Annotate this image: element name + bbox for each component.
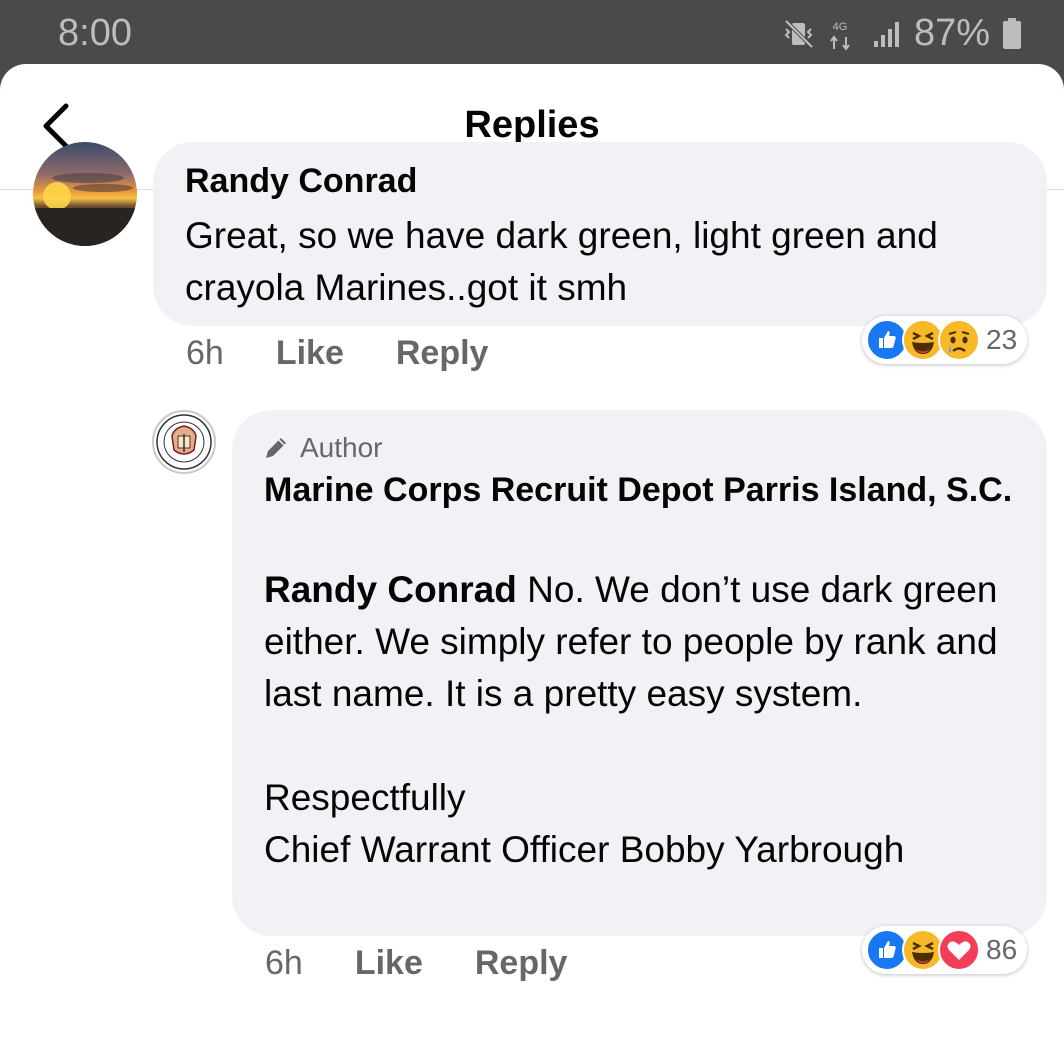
like-button[interactable]: Like [276,334,344,373]
comment-signature: Chief Warrant Officer Bobby Yarbrough [264,829,905,870]
battery-percent: 87% [913,12,990,54]
comment-bubble[interactable]: Author Marine Corps Recruit Depot Parris… [232,410,1047,936]
comment-text: Randy Conrad No. We don’t use dark green… [264,564,1034,876]
vibrate-icon [782,17,816,51]
mention-link[interactable]: Randy Conrad [264,569,517,610]
comment-time[interactable]: 6h [186,334,224,373]
comment-actions: 6h Like Reply [186,334,488,373]
reaction-count: 86 [986,934,1018,965]
comment-time[interactable]: 6h [265,944,303,983]
like-button[interactable]: Like [355,944,423,983]
author-badge-label: Author [300,432,383,463]
comment-author[interactable]: Marine Corps Recruit Depot Parris Island… [264,468,1024,512]
comment-signoff: Respectfully [264,777,466,818]
reaction-summary[interactable]: 86 [862,926,1028,974]
signal-icon [870,17,904,51]
reply-button[interactable]: Reply [396,334,489,373]
avatar[interactable] [152,410,216,474]
status-icons: 4G 87% [782,12,1024,55]
pencil-icon [266,438,286,458]
comment-text: Great, so we have dark green, light gree… [185,215,938,308]
sad-reaction-icon [938,319,980,361]
comment-author[interactable]: Randy Conrad [185,162,417,201]
love-reaction-icon [938,929,980,971]
page-title: Replies [464,104,600,146]
status-bar: 8:00 4G 87% [0,0,1064,64]
comment-bubble[interactable]: Randy Conrad Great, so we have dark gree… [153,142,1047,326]
author-badge: Author [262,432,383,464]
data-icon: 4G [826,17,860,51]
reaction-summary[interactable]: 23 [862,316,1028,364]
reply-button[interactable]: Reply [475,944,568,983]
comment-actions: 6h Like Reply [265,944,567,983]
avatar[interactable] [33,142,137,246]
battery-icon [1000,17,1024,51]
marine-seal-avatar-image [156,414,212,470]
sunset-avatar-image [33,173,137,246]
reaction-count: 23 [986,324,1018,355]
status-time: 8:00 [58,12,132,54]
svg-text:4G: 4G [833,21,848,33]
